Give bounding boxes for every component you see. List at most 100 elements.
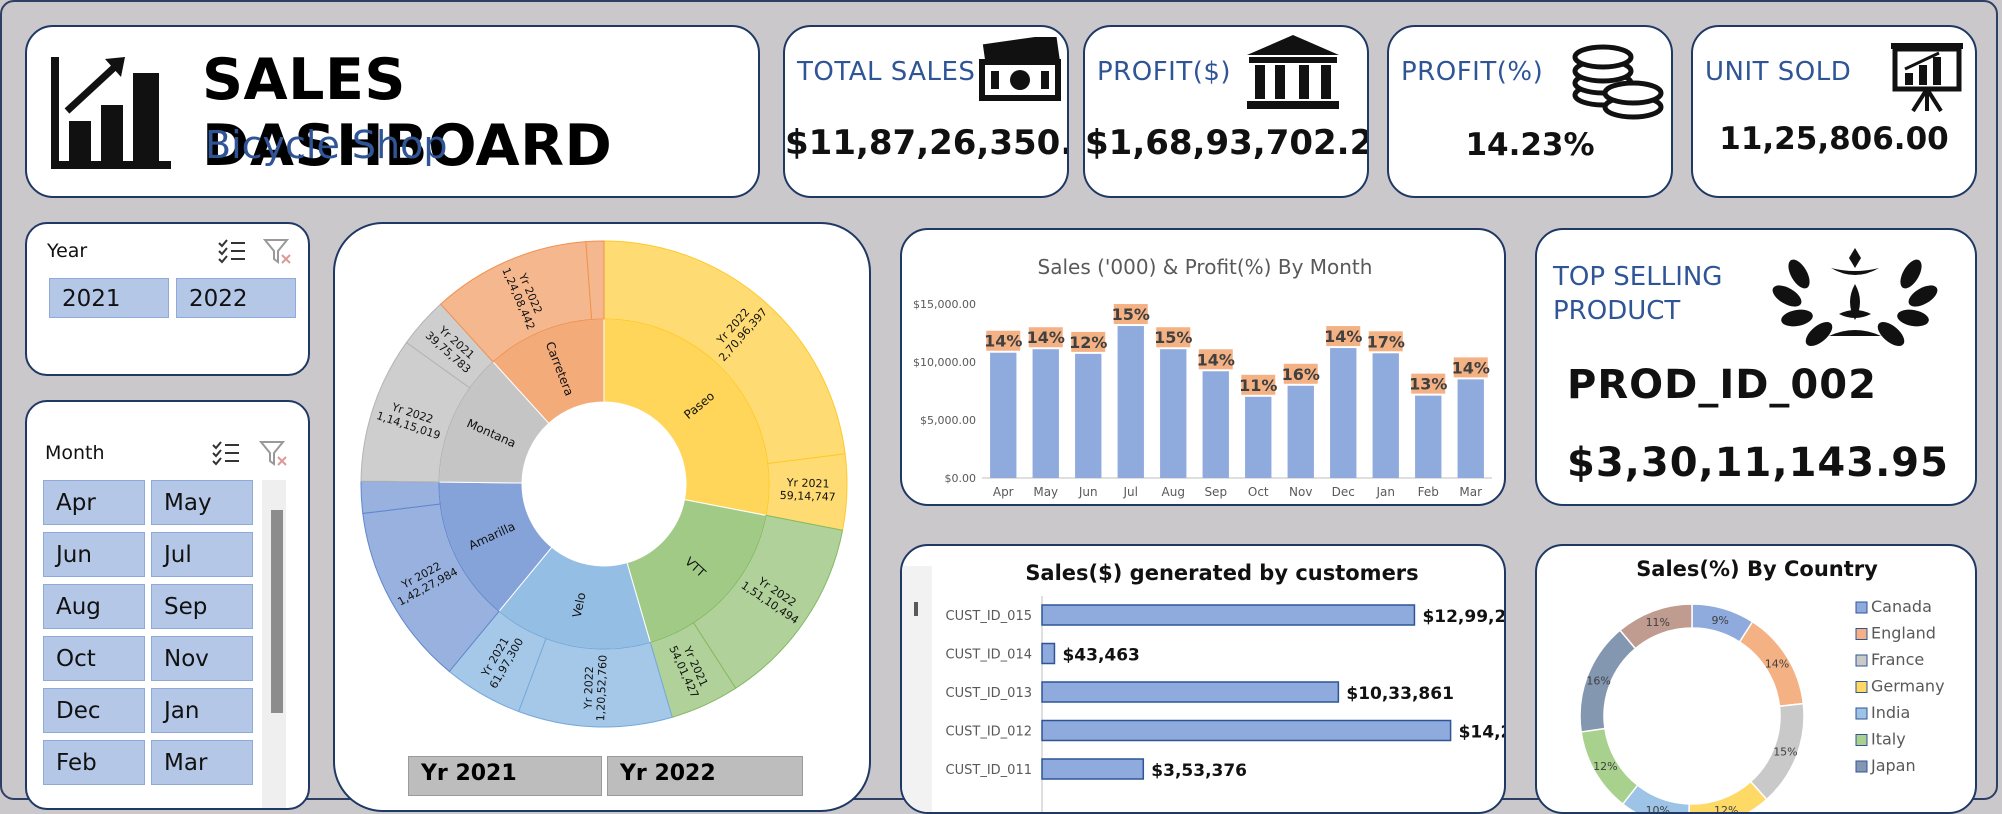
bar: [1160, 349, 1187, 478]
month-button-may[interactable]: May: [151, 480, 253, 525]
sunburst-outer-value: 1,20,52,760: [594, 655, 609, 722]
bar: [1041, 681, 1340, 703]
bar: [1041, 719, 1452, 742]
presentation-icon: [1891, 43, 1963, 113]
monthly-sales-card: Sales ('000) & Profit(%) By Month $0.00 $5…: [900, 228, 1506, 506]
x-tick-label: Dec: [1332, 485, 1355, 499]
clear-filter-icon[interactable]: [259, 440, 289, 468]
month-button-jul[interactable]: Jul: [151, 532, 253, 577]
kpi-label: UNIT SOLD: [1705, 57, 1852, 87]
laurel-icon: [1772, 248, 1938, 346]
clear-filter-icon[interactable]: [263, 238, 293, 266]
kpi-total-sales-card: TOTAL SALES $11,87,26,350.26: [783, 25, 1069, 198]
kpi-label: PROFIT(%): [1401, 57, 1544, 87]
coins-icon: [1572, 44, 1664, 120]
month-button-jun[interactable]: Jun: [43, 532, 145, 577]
year-2021-button[interactable]: 2021: [49, 278, 169, 318]
month-scrollbar-thumb[interactable]: [271, 510, 283, 713]
bar: [1457, 379, 1484, 478]
bar: [990, 352, 1017, 478]
x-tick-label: Jun: [1078, 485, 1098, 499]
x-tick-label: Apr: [993, 485, 1014, 499]
bar-chart-growth-icon: [51, 57, 171, 169]
bar: [1415, 395, 1442, 478]
donut-slice-label: 9%: [1711, 614, 1728, 627]
kpi-profit-percent-card: PROFIT(%) 14.23%: [1387, 25, 1673, 198]
legend-swatch: [1855, 760, 1868, 773]
month-button-aug[interactable]: Aug: [43, 584, 145, 629]
kpi-units-sold-card: UNIT SOLD 11,25,806.00: [1691, 25, 1977, 198]
profit-label: 17%: [1367, 332, 1405, 351]
bar: [1117, 326, 1144, 478]
donut-slice-label: 12%: [1593, 760, 1617, 773]
bar: [1372, 353, 1399, 478]
y-tick-label: $5,000.00: [920, 414, 976, 427]
x-tick-label: Oct: [1248, 485, 1269, 499]
bar: [1202, 371, 1229, 478]
donut-slice-label: 12%: [1714, 804, 1738, 814]
category-label: CUST_ID_013: [946, 686, 1032, 701]
top-product-id: PROD_ID_002: [1567, 362, 1877, 408]
data-label: $3,53,376: [1151, 761, 1247, 781]
y-tick-label: $0.00: [945, 472, 977, 485]
y-tick-label: $10,000.00: [913, 356, 976, 369]
donut-slice-label: 15%: [1773, 746, 1797, 759]
legend-swatch: [1855, 601, 1868, 614]
bar: [1330, 348, 1357, 478]
month-button-feb[interactable]: Feb: [43, 740, 145, 785]
month-button-apr[interactable]: Apr: [43, 480, 145, 525]
x-tick-label: Nov: [1289, 485, 1312, 499]
x-tick-label: Mar: [1459, 485, 1482, 499]
legend-swatch: [1855, 654, 1868, 667]
yr-2022-button[interactable]: Yr 2022: [607, 756, 803, 796]
top-product-title-line2: PRODUCT: [1553, 296, 1681, 326]
x-tick-label: May: [1033, 485, 1058, 499]
top-product-value: $3,30,11,143.95: [1567, 440, 1949, 486]
money-icon: [979, 37, 1062, 101]
kpi-value: 14.23%: [1465, 127, 1595, 163]
profit-label: 11%: [1239, 376, 1277, 395]
year-slicer-title: Year: [47, 240, 88, 262]
month-button-mar[interactable]: Mar: [151, 740, 253, 785]
multi-select-icon[interactable]: [211, 440, 241, 466]
category-label: CUST_ID_011: [946, 763, 1032, 778]
category-label: CUST_ID_012: [946, 725, 1032, 740]
profit-label: 14%: [1452, 358, 1490, 377]
kpi-label: PROFIT($): [1097, 57, 1232, 87]
data-label: $12,99,215: [1422, 607, 1506, 627]
legend-label: Canada: [1871, 597, 1932, 616]
kpi-profit-card: PROFIT($) $1,68,93,702.26: [1083, 25, 1369, 198]
sunburst-chart: PaseoYr 20222,70,96,397Yr 202159,14,747V…: [360, 240, 848, 728]
profit-label: 15%: [1154, 328, 1192, 347]
yr-2021-button[interactable]: Yr 2021: [408, 756, 602, 796]
month-button-sep[interactable]: Sep: [151, 584, 253, 629]
kpi-value: 11,25,806.00: [1719, 121, 1949, 157]
month-button-oct[interactable]: Oct: [43, 636, 145, 681]
bar: [1041, 642, 1056, 665]
chart-title: Sales ('000) & Profit(%) By Month: [1038, 255, 1373, 279]
month-button-jan[interactable]: Jan: [151, 688, 253, 733]
category-label: CUST_ID_014: [946, 648, 1032, 663]
month-button-dec[interactable]: Dec: [43, 688, 145, 733]
kpi-value: $1,68,93,702.26: [1085, 123, 1369, 163]
donut-slice-label: 14%: [1765, 657, 1789, 670]
legend-label: France: [1871, 650, 1924, 669]
year-2022-button[interactable]: 2022: [176, 278, 296, 318]
multi-select-icon[interactable]: [217, 238, 247, 264]
legend-swatch: [1855, 734, 1868, 746]
category-label: CUST_ID_015: [946, 609, 1032, 624]
top-product-title-line1: TOP SELLING: [1553, 262, 1723, 292]
x-tick-label: Feb: [1418, 485, 1439, 499]
monthly-sales-chart: Sales ('000) & Profit(%) By Month $0.00 $5…: [913, 255, 1492, 499]
kpi-label: TOTAL SALES: [797, 57, 976, 87]
bar: [1075, 353, 1102, 478]
sunburst-card: Paseo Yr 2022 2,70,96,397 Yr 2021 59,14,747 V…: [333, 222, 871, 812]
month-button-nov[interactable]: Nov: [151, 636, 253, 681]
customer-sales-chart: Sales($) generated by customers CUST_ID_0…: [902, 561, 1506, 812]
donut-slice-label: 10%: [1646, 804, 1670, 814]
x-tick-label: Aug: [1162, 485, 1185, 499]
country-sales-card: Sales(%) By Country 9% 14% 15% 12% 10% 12% 16% 1…: [1535, 544, 1977, 814]
month-slicer-title: Month: [45, 442, 105, 464]
x-tick-label: Jan: [1376, 485, 1396, 499]
page-subtitle: Bicycle Shop: [205, 123, 448, 167]
